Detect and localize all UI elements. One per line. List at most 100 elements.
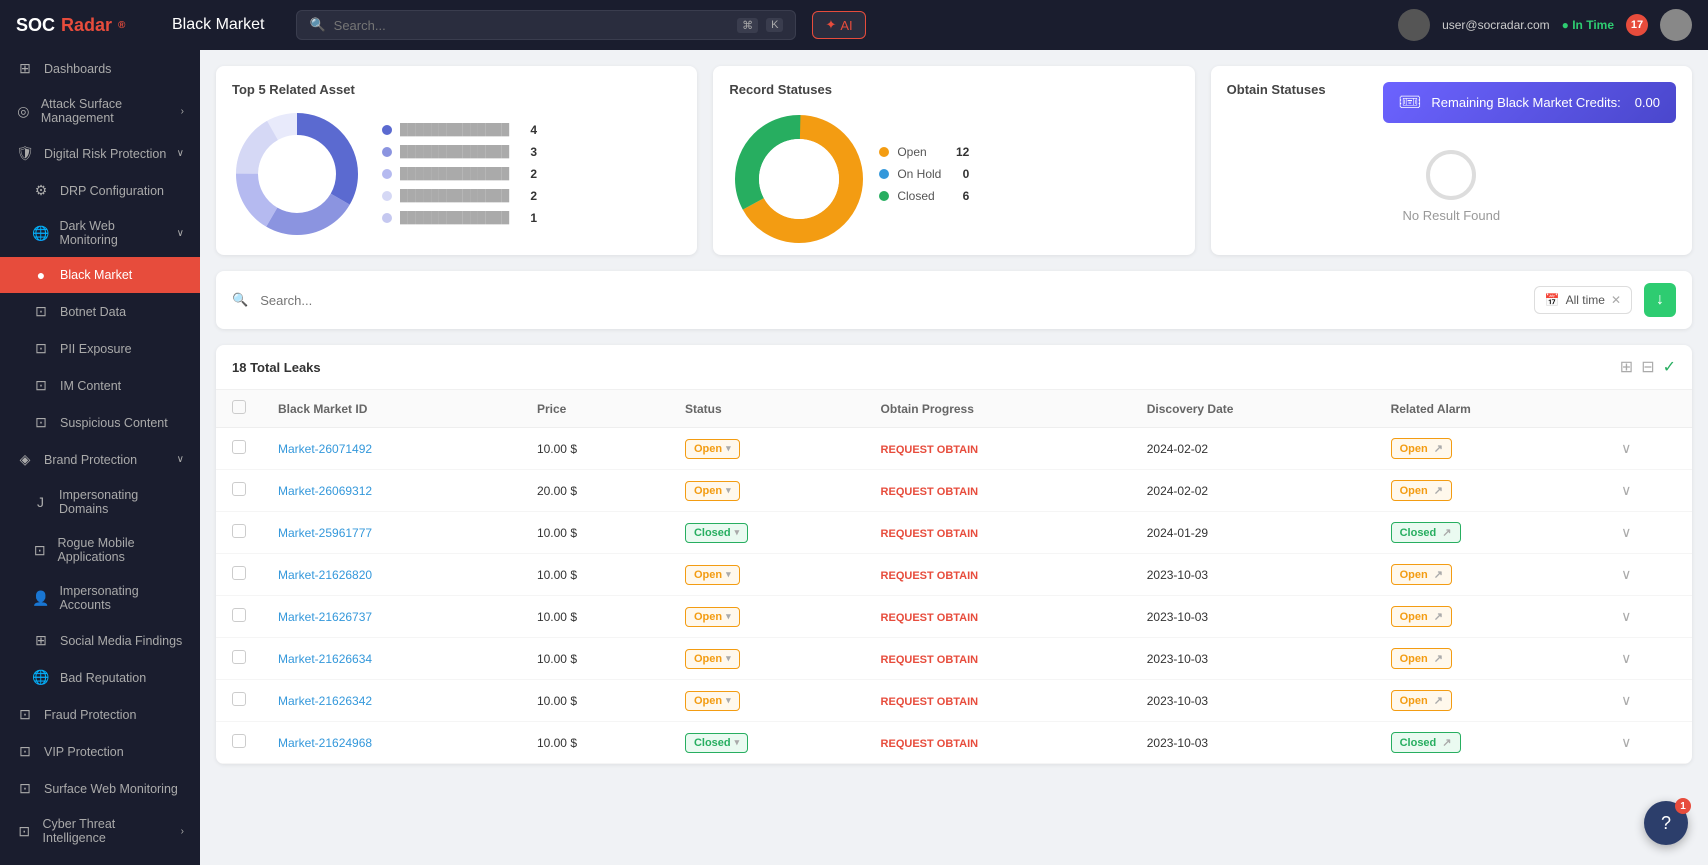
sidebar-item-dark-web[interactable]: 🌐 Dark Web Monitoring ∨ [0,209,200,257]
status-badge-7[interactable]: Closed ▾ [685,733,748,753]
notification-badge[interactable]: 17 [1626,14,1648,36]
alarm-ext-icon-2[interactable]: ↗ [1442,526,1451,539]
row-checkbox-1[interactable] [232,482,246,496]
status-dropdown-icon-1[interactable]: ▾ [726,485,731,496]
sidebar-item-impersonating-domains[interactable]: J Impersonating Domains [0,478,200,526]
sidebar-item-fraud-protection[interactable]: ⊡ Fraud Protection [0,696,200,733]
row-checkbox-cell [216,638,262,680]
row-checkbox-5[interactable] [232,650,246,664]
sidebar-label-fraud-protection: Fraud Protection [44,708,136,722]
ai-button[interactable]: ✦ AI [812,11,865,39]
legend-label-5: ██████████████ [400,212,509,224]
alarm-ext-icon-0[interactable]: ↗ [1434,442,1443,455]
row-checkbox-6[interactable] [232,692,246,706]
status-dropdown-icon-6[interactable]: ▾ [726,695,731,706]
sidebar-item-attack-surface[interactable]: ◎ Attack Surface Management › [0,87,200,135]
status-dropdown-icon-7[interactable]: ▾ [735,737,740,748]
status-dropdown-icon-5[interactable]: ▾ [726,653,731,664]
sidebar-item-black-market[interactable]: ● Black Market [0,257,200,293]
col-checkbox [216,390,262,428]
expand-row-button-4[interactable]: ∨ [1621,608,1631,624]
row-checkbox-3[interactable] [232,566,246,580]
alarm-ext-icon-6[interactable]: ↗ [1434,694,1443,707]
row-checkbox-2[interactable] [232,524,246,538]
sidebar-item-impersonating-accounts[interactable]: 👤 Impersonating Accounts [0,574,200,622]
expand-row-button-1[interactable]: ∨ [1621,482,1631,498]
alarm-badge-7[interactable]: Closed ↗ [1391,732,1461,753]
sidebar-item-cti[interactable]: ⊡ Cyber Threat Intelligence › [0,807,200,855]
alarm-badge-6[interactable]: Open ↗ [1391,690,1452,711]
status-badge-0[interactable]: Open ▾ [685,439,740,459]
alarm-badge-1[interactable]: Open ↗ [1391,480,1452,501]
obtain-link-5[interactable]: REQUEST OBTAIN [881,654,979,666]
date-filter[interactable]: 📅 All time ✕ [1534,286,1632,314]
global-search[interactable]: 🔍 ⌘ K [296,10,796,40]
sidebar-item-brand-protection[interactable]: ◈ Brand Protection ∨ [0,441,200,478]
alarm-ext-icon-5[interactable]: ↗ [1434,652,1443,665]
status-badge-4[interactable]: Open ▾ [685,607,740,627]
status-dropdown-icon-4[interactable]: ▾ [726,611,731,622]
sidebar-item-drp-config[interactable]: ⚙ DRP Configuration [0,172,200,209]
row-date-1: 2024-02-02 [1131,470,1375,512]
alarm-badge-3[interactable]: Open ↗ [1391,564,1452,585]
sidebar-label-impersonating-domains: Impersonating Domains [59,488,184,516]
check-all-icon[interactable]: ✓ [1663,357,1676,377]
alarm-ext-icon-4[interactable]: ↗ [1434,610,1443,623]
expand-row-button-0[interactable]: ∨ [1621,440,1631,456]
sidebar-item-surface-web[interactable]: ⊡ Surface Web Monitoring [0,770,200,807]
alarm-ext-icon-1[interactable]: ↗ [1434,484,1443,497]
expand-row-button-5[interactable]: ∨ [1621,650,1631,666]
expand-row-button-6[interactable]: ∨ [1621,692,1631,708]
row-checkbox-7[interactable] [232,734,246,748]
obtain-link-6[interactable]: REQUEST OBTAIN [881,696,979,708]
export-icon: ↓ [1656,291,1664,309]
row-checkbox-4[interactable] [232,608,246,622]
sidebar-item-supply-chain[interactable]: ⊡ Supply Chain Intelligence [0,855,200,865]
help-fab[interactable]: ? 1 [1644,801,1688,845]
sidebar-item-digital-risk[interactable]: 🛡 Digital Risk Protection ∨ [0,135,200,172]
sidebar-item-im-content[interactable]: ⊡ IM Content [0,367,200,404]
row-checkbox-0[interactable] [232,440,246,454]
expand-row-button-2[interactable]: ∨ [1621,524,1631,540]
alarm-badge-4[interactable]: Open ↗ [1391,606,1452,627]
alarm-badge-0[interactable]: Open ↗ [1391,438,1452,459]
status-dropdown-icon-2[interactable]: ▾ [735,527,740,538]
sidebar-item-suspicious[interactable]: ⊡ Suspicious Content [0,404,200,441]
status-badge-6[interactable]: Open ▾ [685,691,740,711]
filter-search-input[interactable] [260,293,1521,308]
status-dropdown-icon-0[interactable]: ▾ [726,443,731,454]
spinner-icon [1426,150,1476,200]
status-dropdown-icon-3[interactable]: ▾ [726,569,731,580]
expand-row-button-7[interactable]: ∨ [1621,734,1631,750]
sidebar-item-dashboards[interactable]: ⊞ Dashboards [0,50,200,87]
alarm-ext-icon-3[interactable]: ↗ [1434,568,1443,581]
sidebar-item-botnet-data[interactable]: ⊡ Botnet Data [0,293,200,330]
obtain-link-3[interactable]: REQUEST OBTAIN [881,570,979,582]
status-badge-2[interactable]: Closed ▾ [685,523,748,543]
obtain-link-0[interactable]: REQUEST OBTAIN [881,444,979,456]
obtain-link-7[interactable]: REQUEST OBTAIN [881,738,979,750]
obtain-link-4[interactable]: REQUEST OBTAIN [881,612,979,624]
sidebar-item-pii[interactable]: ⊡ PII Exposure [0,330,200,367]
status-badge-5[interactable]: Open ▾ [685,649,740,669]
alarm-ext-icon-7[interactable]: ↗ [1442,736,1451,749]
list-view-icon[interactable]: ⊟ [1641,357,1654,377]
no-result-text: No Result Found [1403,208,1501,223]
sidebar-item-bad-reputation[interactable]: 🌐 Bad Reputation [0,659,200,696]
status-badge-3[interactable]: Open ▾ [685,565,740,585]
obtain-link-1[interactable]: REQUEST OBTAIN [881,486,979,498]
obtain-link-2[interactable]: REQUEST OBTAIN [881,528,979,540]
record-label-closed: Closed [897,189,941,203]
sidebar-item-rogue-mobile[interactable]: ⊡ Rogue Mobile Applications [0,526,200,574]
sidebar-item-social-media[interactable]: ⊞ Social Media Findings [0,622,200,659]
alarm-badge-5[interactable]: Open ↗ [1391,648,1452,669]
export-button[interactable]: ↓ [1644,283,1676,317]
sidebar-item-vip-protection[interactable]: ⊡ VIP Protection [0,733,200,770]
select-all-checkbox[interactable] [232,400,246,414]
alarm-badge-2[interactable]: Closed ↗ [1391,522,1461,543]
search-input[interactable] [334,18,729,33]
status-badge-1[interactable]: Open ▾ [685,481,740,501]
clear-date-button[interactable]: ✕ [1611,293,1621,307]
expand-row-button-3[interactable]: ∨ [1621,566,1631,582]
grid-view-icon[interactable]: ⊞ [1620,357,1633,377]
